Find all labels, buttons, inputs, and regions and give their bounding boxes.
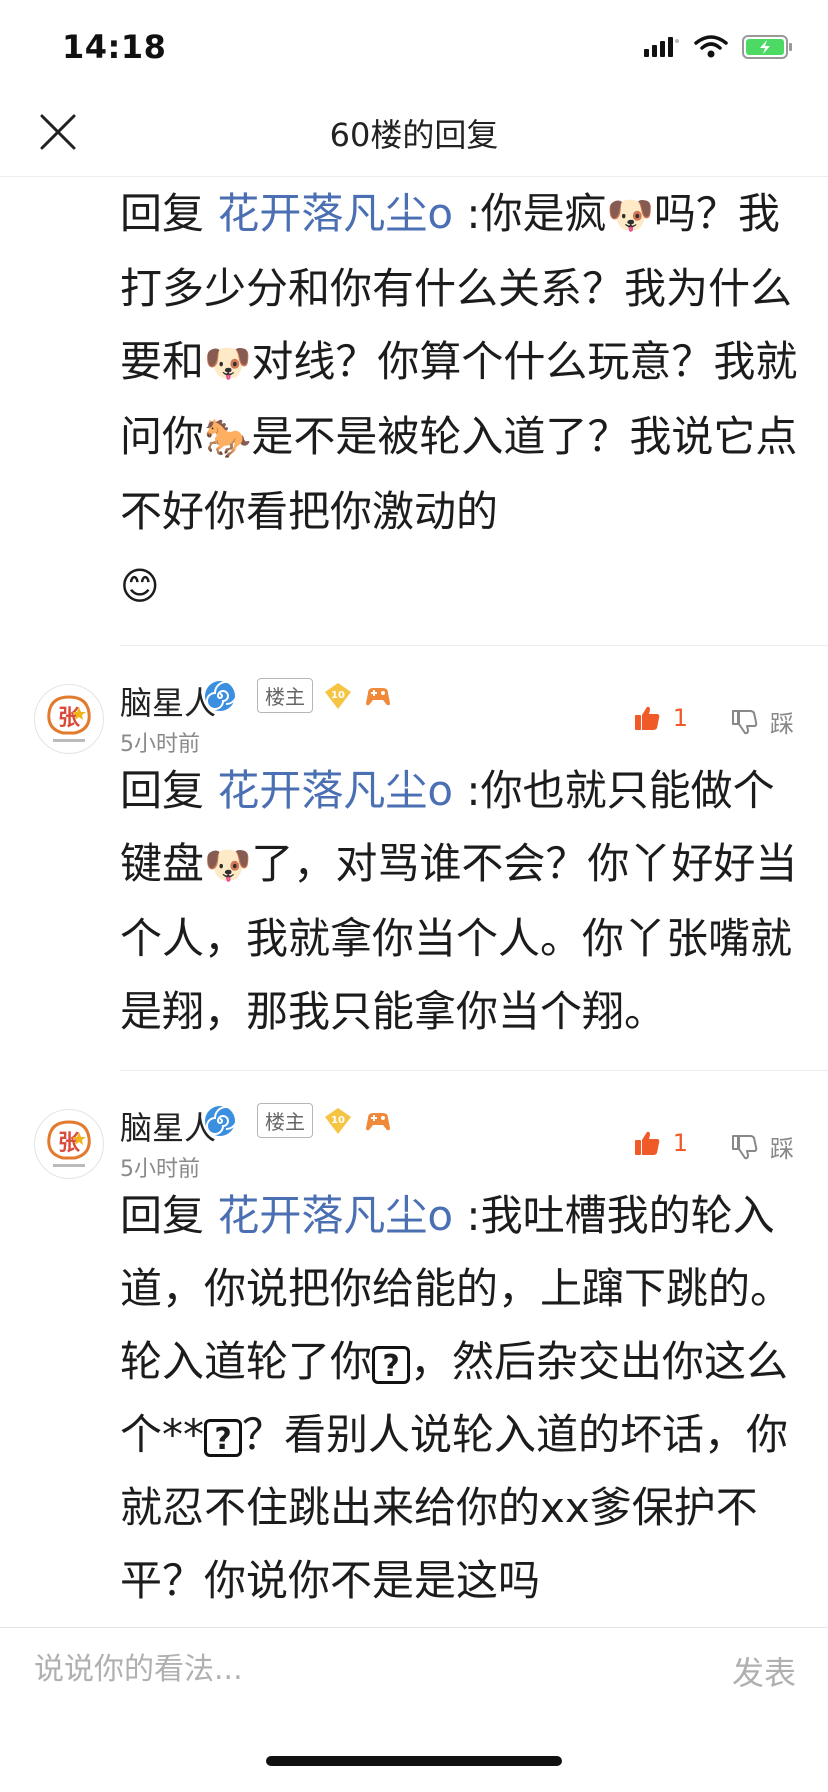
timestamp: 5小时前 — [120, 732, 200, 757]
svg-text:张: 张 — [58, 1131, 81, 1156]
username[interactable]: 脑星人 — [120, 1103, 216, 1149]
spiral-icon — [205, 680, 237, 711]
comment-text: 回复 花开落凡尘o :我吐槽我的轮入道，你说把你给能的，上蹿下跳的。轮入道轮了你… — [120, 1191, 793, 1605]
like-count: 1 — [672, 1129, 688, 1157]
brain-logo-icon: 张 — [36, 1111, 102, 1177]
dislike-button[interactable]: 踩 — [730, 1129, 794, 1164]
level-badge-icon: 10 — [325, 1107, 351, 1134]
dislike-button[interactable]: 踩 — [730, 704, 794, 739]
missing-glyph-icon: ? — [372, 1345, 411, 1384]
dog-face-icon: 🐶 — [204, 843, 252, 887]
dog-face-icon: 🐶 — [606, 193, 654, 237]
svg-text:10: 10 — [331, 1115, 345, 1126]
like-button[interactable]: 1 — [633, 704, 688, 732]
owner-badge: 楼主 — [257, 678, 313, 713]
level-badge-icon: 10 — [325, 682, 351, 709]
gamepad-icon — [366, 1112, 390, 1130]
user-badges: 楼主 10 — [203, 678, 393, 713]
svg-text:张: 张 — [58, 706, 81, 731]
thumbs-down-icon — [732, 709, 758, 734]
comment-input-bar: 发表 — [0, 1627, 828, 1712]
smiling-face-icon: 😊 — [120, 564, 160, 608]
comment-input[interactable] — [32, 1646, 656, 1692]
avatar[interactable]: 张 — [34, 1109, 104, 1179]
reply-item: 回复 花开落凡尘o :你是疯🐶吗？我打多少分和你有什么关系？我为什么要和🐶对线？… — [0, 177, 828, 645]
horse-icon: 🐎 — [204, 416, 252, 460]
spiral-icon — [205, 1105, 237, 1136]
nav-bar: 60楼的回复 — [0, 90, 828, 177]
wifi-icon — [694, 35, 728, 58]
cellular-signal-icon — [644, 37, 679, 57]
owner-badge: 楼主 — [257, 1103, 313, 1138]
reply-prefix: 回复 — [120, 766, 218, 815]
timestamp: 5小时前 — [120, 1157, 200, 1182]
comment-item: 张 脑星人 楼主 10 — [0, 646, 828, 1070]
thumbs-up-icon — [634, 706, 659, 730]
missing-glyph-icon: ? — [204, 1418, 243, 1457]
comment-text: 回复 花开落凡尘o :你也就只能做个键盘🐶了，对骂谁不会？你丫好好当个人，我就拿… — [120, 766, 798, 1036]
dislike-label: 踩 — [770, 1135, 794, 1163]
status-icons — [644, 34, 794, 60]
user-badges: 楼主 10 — [203, 1103, 393, 1138]
mention-link[interactable]: 花开落凡尘o — [217, 766, 453, 815]
send-button[interactable]: 发表 — [732, 1648, 796, 1694]
comment-item: 张 脑星人 楼主 10 — [0, 1071, 828, 1617]
comment-header: 张 脑星人 楼主 10 5小时前 1 踩 — [0, 646, 828, 757]
comment-header: 张 脑星人 楼主 10 5小时前 1 踩 — [0, 1071, 828, 1182]
avatar[interactable]: 张 — [34, 684, 104, 754]
reply-text: 回复 花开落凡尘o :你是疯🐶吗？我打多少分和你有什么关系？我为什么要和🐶对线？… — [120, 189, 798, 608]
gamepad-icon — [366, 687, 390, 705]
status-bar: 14:18 — [0, 0, 828, 90]
like-count: 1 — [672, 704, 688, 732]
brain-logo-icon: 张 — [36, 686, 102, 752]
dog-face-icon: 🐶 — [204, 341, 252, 385]
dislike-label: 踩 — [770, 710, 794, 738]
home-indicator[interactable] — [266, 1756, 562, 1766]
thumbs-up-icon — [634, 1131, 659, 1155]
mention-link[interactable]: 花开落凡尘o — [217, 189, 453, 238]
page-title: 60楼的回复 — [329, 116, 499, 154]
battery-charging-icon — [742, 35, 792, 59]
reply-list[interactable]: 回复 花开落凡尘o :你是疯🐶吗？我打多少分和你有什么关系？我为什么要和🐶对线？… — [0, 177, 828, 1625]
svg-text:10: 10 — [331, 690, 345, 701]
mention-link[interactable]: 花开落凡尘o — [217, 1191, 453, 1240]
reply-prefix: 回复 — [120, 1191, 218, 1240]
status-time: 14:18 — [62, 28, 167, 66]
like-button[interactable]: 1 — [633, 1129, 688, 1157]
username[interactable]: 脑星人 — [120, 678, 216, 724]
reply-prefix: 回复 — [120, 189, 218, 238]
thumbs-down-icon — [732, 1134, 758, 1159]
